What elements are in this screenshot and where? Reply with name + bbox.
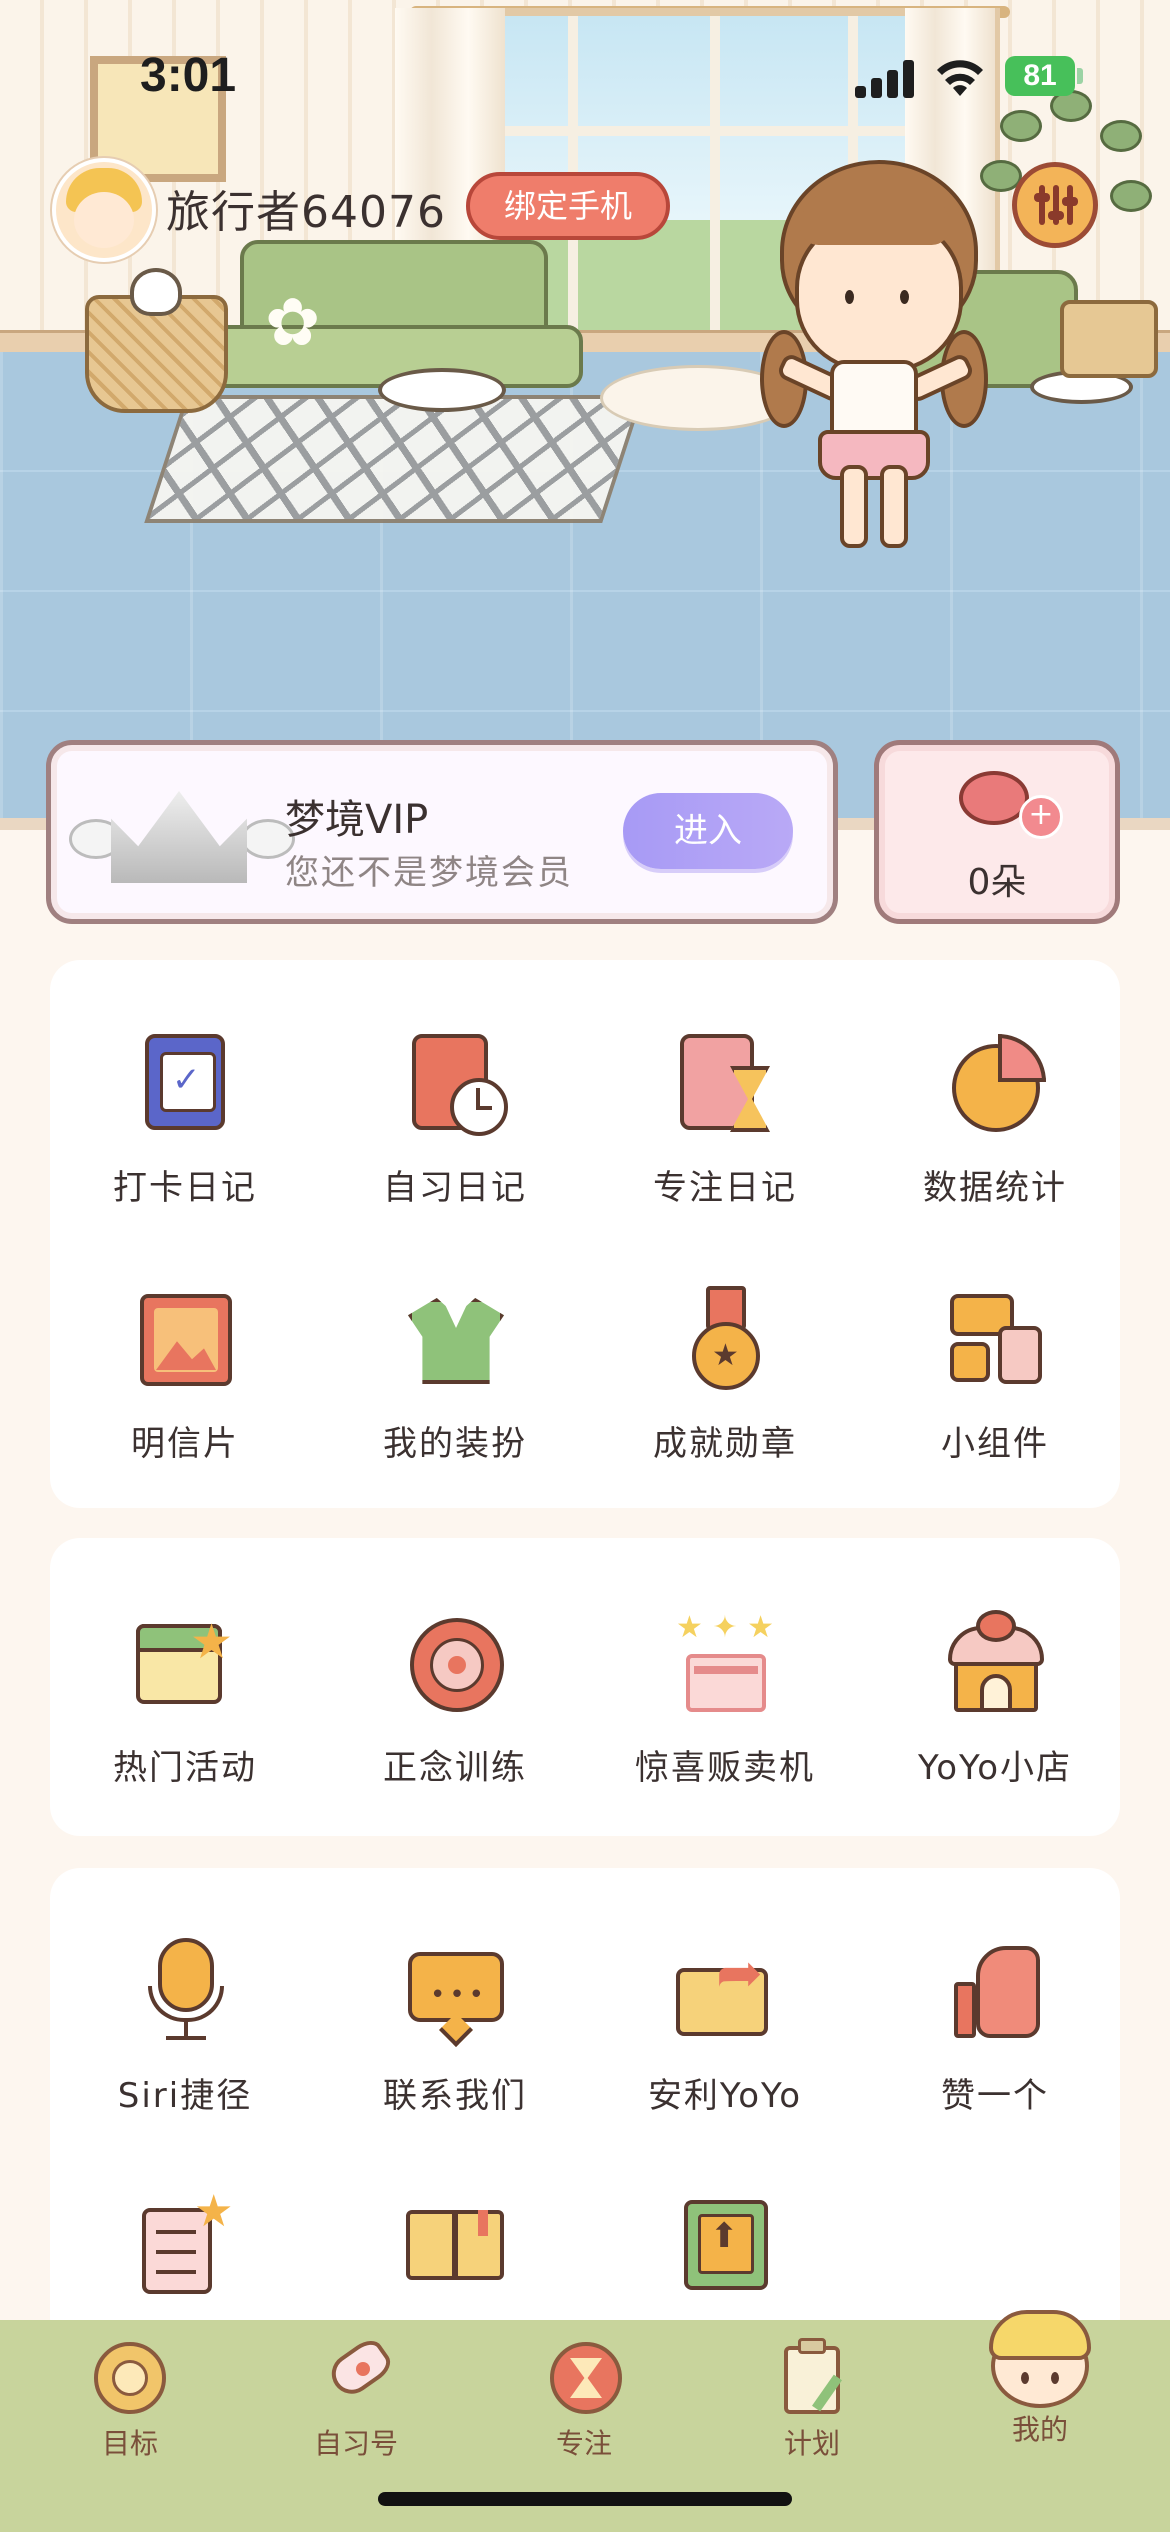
grid-item-hot-activities[interactable]: ★ 热门活动 [50,1610,320,1789]
grid-item-label: 明信片 [131,1424,239,1464]
grid-item-label: 小组件 [941,1424,1049,1464]
tab-target[interactable]: 目标 [50,2334,210,2462]
calendar-star-icon: ★ [130,1610,240,1720]
grid-item-study-diary[interactable]: 自习日记 [320,1030,590,1209]
wifi-icon [937,60,983,96]
more-panel: Siri捷径 ••• 联系我们 ➦ 安利YoYo 赞一个 ★ ⬆ [50,1868,1120,2348]
plant-pot [1060,300,1158,378]
grid-item-label: 自习日记 [383,1168,527,1208]
open-book-icon [400,2190,510,2300]
tab-label: 专注 [555,2427,612,2460]
battery-level: 81 [1023,59,1057,92]
vip-title: 梦境VIP [285,797,429,843]
grid-item-focus-diary[interactable]: 专注日记 [590,1030,860,1209]
grid-item-widget[interactable]: 小组件 [860,1286,1130,1465]
grid-item-recommend-yoyo[interactable]: ➦ 安利YoYo [590,1938,860,2117]
grid-item-contact-us[interactable]: ••• 联系我们 [320,1938,590,2117]
grid-item-update[interactable]: ⬆ [590,2190,860,2320]
grid-item-label: 安利YoYo [647,2076,803,2116]
grid-item-yoyo-shop[interactable]: YoYo小店 [860,1610,1130,1789]
chat-bubble-icon: ••• [400,1938,510,2048]
medal-icon: ★ [670,1286,780,1396]
grid-item-postcard[interactable]: 明信片 [50,1286,320,1465]
checkin-diary-icon: ✓ [130,1030,240,1140]
grid-item-surprise-vending[interactable]: ★ ✦ ★ 惊喜贩卖机 [590,1610,860,1789]
grid-item-checkin-diary[interactable]: ✓ 打卡日记 [50,1030,320,1209]
vip-card[interactable]: 梦境VIP 您还不是梦境会员 进入 [46,740,838,924]
home-indicator[interactable] [378,2492,792,2506]
settings-sliders-icon[interactable] [1012,162,1098,248]
tab-label: 目标 [101,2427,158,2460]
username[interactable]: 旅行者64076 [166,176,446,240]
tab-label: 自习号 [313,2427,398,2460]
user-avatar[interactable] [52,158,156,262]
tab-me[interactable]: 我的 [960,2304,1120,2448]
add-flower-icon[interactable]: + [1019,795,1063,839]
grid-item-label: 打卡日记 [113,1168,257,1208]
grid-item-label: 我的装扮 [383,1424,527,1464]
clipboard-icon [772,2334,852,2414]
vip-enter-button[interactable]: 进入 [623,793,793,869]
grid-item-label: 赞一个 [941,2076,1049,2116]
tab-plan[interactable]: 计划 [732,2334,892,2462]
pie-chart-icon [940,1030,1050,1140]
tab-study-room[interactable]: 自习号 [276,2334,436,2462]
vase [130,268,182,316]
target-icon [90,2334,170,2414]
daisy-icon: ✿ [265,284,321,361]
grid-item-like[interactable]: 赞一个 [860,1938,1130,2117]
microphone-icon [130,1938,240,2048]
checkered-rug [144,395,644,523]
upload-icon: ⬆ [670,2190,780,2300]
silver-crown-icon [69,771,295,901]
flower-balance-card[interactable]: + 0朵 [874,740,1120,924]
tab-focus[interactable]: 专注 [504,2334,664,2462]
postcard-icon [130,1286,240,1396]
grid-item-statistics[interactable]: 数据统计 [860,1030,1130,1209]
tab-label: 计划 [783,2427,840,2460]
cellular-signal-icon [855,60,915,98]
grid-item-label: 正念训练 [383,1748,527,1788]
status-bar: 3:01 81 [0,0,1170,150]
character-girl[interactable] [760,160,988,550]
gift-box-icon: ★ ✦ ★ [670,1610,780,1720]
grid-item-mindfulness[interactable]: 正念训练 [320,1610,590,1789]
outfit-icon [400,1286,510,1396]
grid-item-siri-shortcut[interactable]: Siri捷径 [50,1938,320,2117]
checklist-wand-icon: ★ [130,2190,240,2300]
green-sofa[interactable]: ✿ [205,240,583,390]
grid-item-label: 数据统计 [923,1168,1067,1208]
hourglass-icon [544,2334,624,2414]
thumbs-up-icon [940,1938,1050,2048]
share-folder-icon: ➦ [670,1938,780,2048]
avatar-icon [985,2304,1095,2414]
tab-label: 我的 [1011,2413,1068,2446]
grid-item-label: 成就勋章 [653,1424,797,1464]
study-diary-icon [400,1030,510,1140]
grid-item-label: 惊喜贩卖机 [635,1748,815,1788]
bind-phone-button[interactable]: 绑定手机 [466,172,670,240]
battery-icon: 81 [1005,56,1075,96]
grid-item-label: YoYo小店 [917,1748,1073,1788]
grid-item-outfit[interactable]: 我的装扮 [320,1286,590,1465]
coffee-table[interactable] [378,368,506,412]
grid-item-label: Siri捷径 [117,2076,253,2116]
grid-item-label: 热门活动 [113,1748,257,1788]
activities-panel: ★ 热门活动 正念训练 ★ ✦ ★ 惊喜贩卖机 YoYo小店 [50,1538,1120,1836]
focus-diary-icon [670,1030,780,1140]
flower-count: 0朵 [967,862,1027,903]
rocket-icon [316,2334,397,2414]
status-time: 3:01 [140,49,237,102]
mandala-icon [400,1610,510,1720]
grid-item-label: 专注日记 [653,1168,797,1208]
grid-item-medal[interactable]: ★ 成就勋章 [590,1286,860,1465]
shop-icon [940,1610,1050,1720]
grid-item-label: 联系我们 [383,2076,527,2116]
battery-tip [1077,68,1083,84]
widget-icon [940,1286,1050,1396]
vip-subtitle: 您还不是梦境会员 [285,853,573,893]
grid-item-checklist[interactable]: ★ [50,2190,320,2320]
tools-panel: ✓ 打卡日记 自习日记 专注日记 数据统计 明信片 我的装扮 ★ 成就勋章 小组… [50,960,1120,1508]
grid-item-guide-book[interactable] [320,2190,590,2320]
